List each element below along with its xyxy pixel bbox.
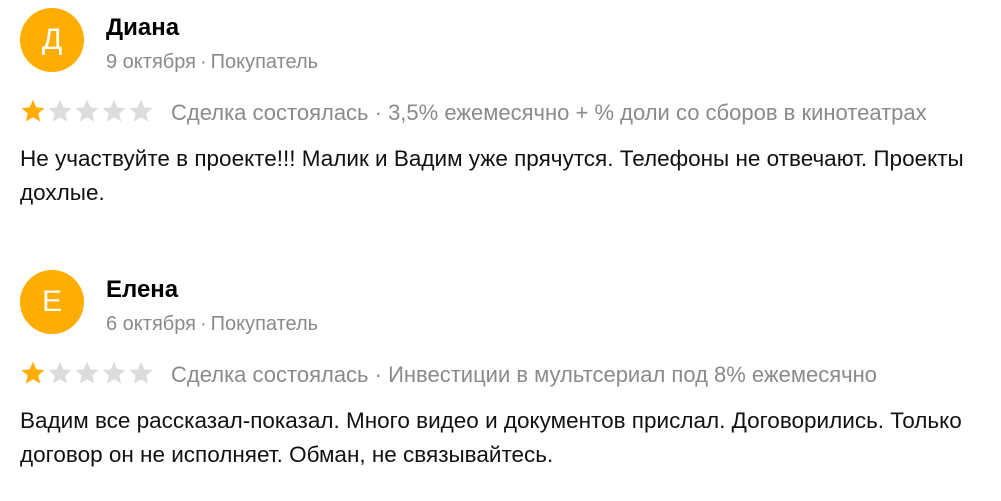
review-text: Вадим все рассказал-показал. Много видео… bbox=[20, 408, 962, 467]
star-empty-icon bbox=[129, 99, 153, 122]
star-filled-icon bbox=[21, 361, 45, 384]
star-empty-icon bbox=[75, 361, 99, 384]
star-empty-icon bbox=[129, 361, 153, 384]
review-meta: 9 октября · Покупатель bbox=[106, 49, 318, 75]
star-empty-icon bbox=[48, 361, 72, 384]
author-name[interactable]: Елена bbox=[106, 275, 178, 305]
review-card: Е Елена 6 октября · Покупатель Сделка сост… bbox=[20, 270, 980, 472]
review-text: Не участвуйте в проекте!!! Малик и Вадим… bbox=[20, 146, 964, 205]
deal-description: Сделка состоялась · 3,5% ежемесячно + % … bbox=[171, 100, 927, 125]
review-date: 6 октября bbox=[106, 313, 196, 335]
author-role: Покупатель bbox=[210, 313, 319, 335]
rating-row: Сделка состоялась · 3,5% ежемесячно + % … bbox=[20, 96, 980, 136]
author-role: Покупатель bbox=[210, 51, 319, 73]
avatar[interactable]: Д bbox=[20, 8, 84, 72]
star-rating bbox=[20, 360, 154, 390]
review-card: Д Диана 9 октября · Покупатель Сделка сост… bbox=[20, 8, 980, 210]
star-rating bbox=[20, 98, 154, 128]
star-filled-icon bbox=[21, 99, 45, 122]
review-date: 9 октября bbox=[106, 51, 196, 73]
review-author-row: Е Елена 6 октября · Покупатель bbox=[20, 270, 980, 342]
review-meta: 6 октября · Покупатель bbox=[106, 311, 318, 337]
star-empty-icon bbox=[48, 99, 72, 122]
author-name[interactable]: Диана bbox=[106, 13, 179, 43]
deal-description: Сделка состоялась · Инвестиции в мультсе… bbox=[171, 362, 877, 387]
meta-separator: · bbox=[199, 313, 207, 335]
rating-row: Сделка состоялась · Инвестиции в мультсе… bbox=[20, 358, 980, 398]
star-empty-icon bbox=[102, 361, 126, 384]
review-author-row: Д Диана 9 октября · Покупатель bbox=[20, 8, 980, 80]
avatar[interactable]: Е bbox=[20, 270, 84, 334]
star-empty-icon bbox=[75, 99, 99, 122]
meta-separator: · bbox=[199, 51, 207, 73]
star-empty-icon bbox=[102, 99, 126, 122]
